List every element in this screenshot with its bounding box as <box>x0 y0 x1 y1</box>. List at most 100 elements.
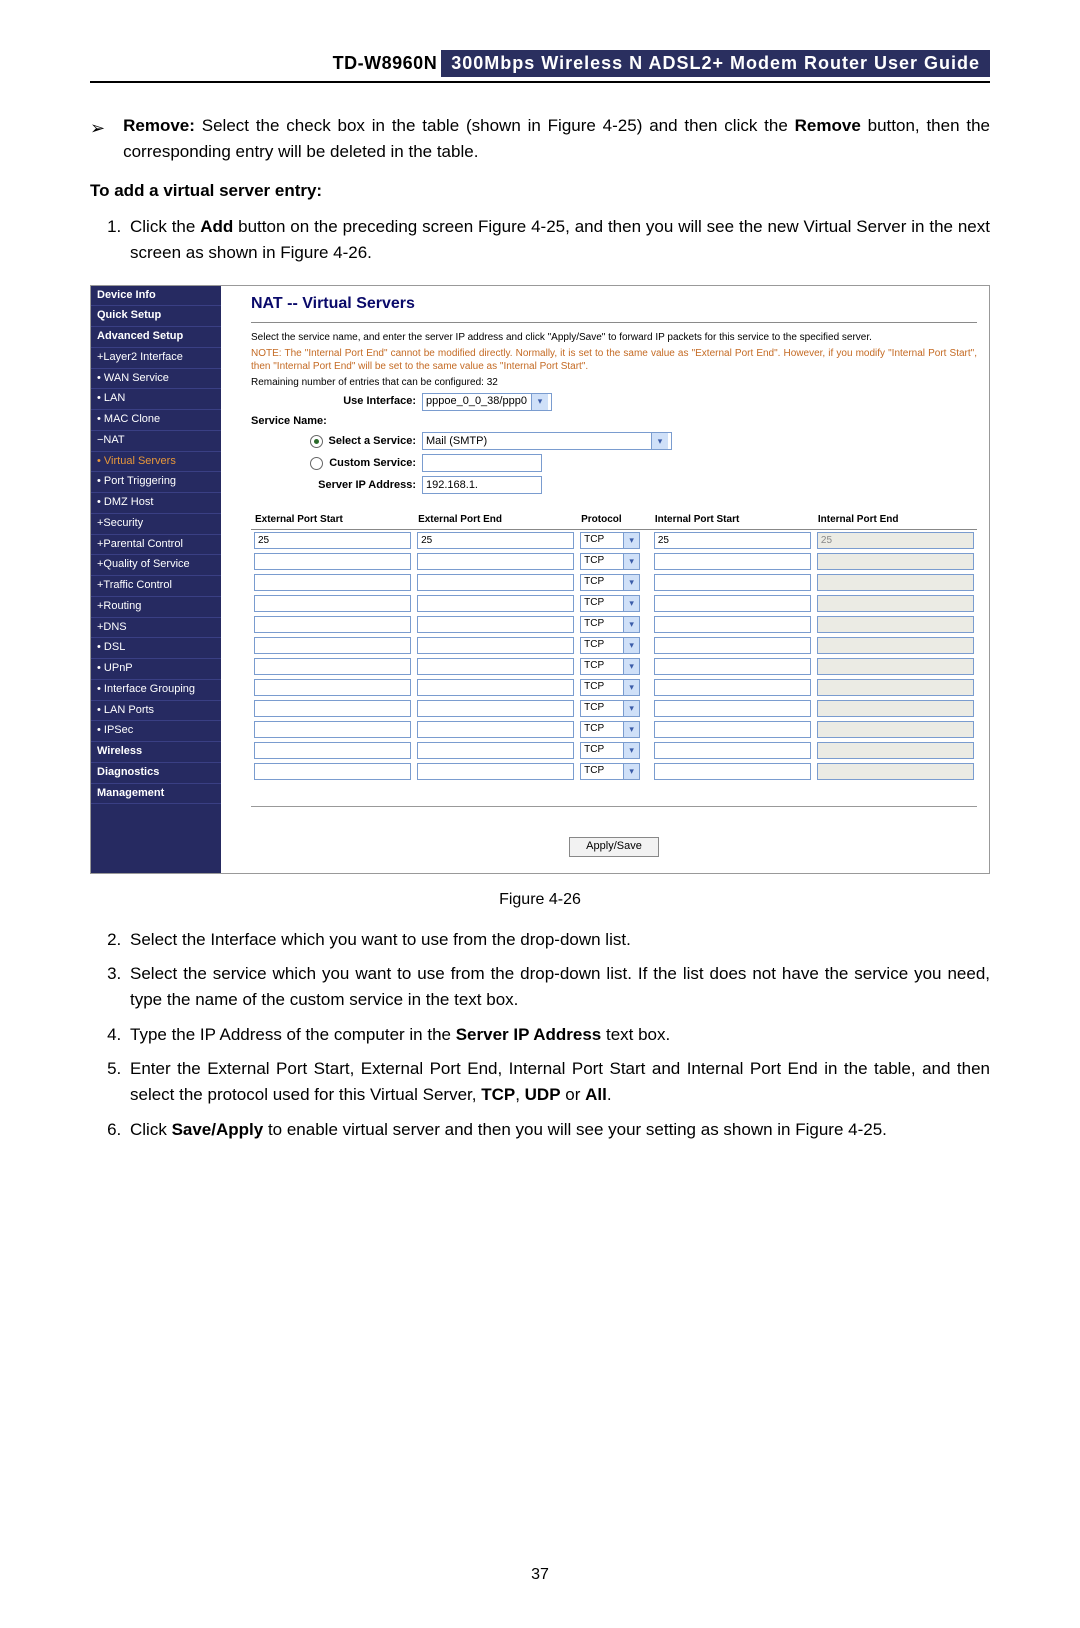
use-interface-select[interactable]: pppoe_0_0_38/ppp0 ▾ <box>422 393 552 411</box>
port-input[interactable] <box>654 742 811 759</box>
custom-service-input[interactable] <box>422 454 542 472</box>
port-input[interactable] <box>254 574 411 591</box>
protocol-select[interactable]: TCP▾ <box>580 721 648 738</box>
port-input[interactable] <box>654 763 811 780</box>
nav-item[interactable]: +Routing <box>91 597 221 618</box>
protocol-select[interactable]: TCP▾ <box>580 553 648 570</box>
chevron-down-icon: ▾ <box>624 763 640 780</box>
chevron-down-icon: ▾ <box>531 394 548 410</box>
nav-item[interactable]: Diagnostics <box>91 763 221 784</box>
server-ip-input[interactable] <box>422 476 542 494</box>
nav-item[interactable]: • UPnP <box>91 659 221 680</box>
protocol-select[interactable]: TCP▾ <box>580 700 648 717</box>
table-row: TCP▾ <box>251 635 977 656</box>
nav-item[interactable]: +Security <box>91 514 221 535</box>
nav-item[interactable]: • Interface Grouping <box>91 680 221 701</box>
nav-item[interactable]: • Virtual Servers <box>91 452 221 473</box>
port-input[interactable] <box>654 721 811 738</box>
chevron-down-icon: ▾ <box>624 532 640 549</box>
port-input[interactable] <box>254 700 411 717</box>
nav-item[interactable]: • LAN Ports <box>91 701 221 722</box>
protocol-select[interactable]: TCP▾ <box>580 616 648 633</box>
port-input[interactable] <box>417 574 574 591</box>
internal-port-end-input <box>817 700 974 717</box>
help-note: NOTE: The "Internal Port End" cannot be … <box>251 347 977 373</box>
port-input[interactable] <box>254 616 411 633</box>
nav-item[interactable]: Device Info <box>91 286 221 307</box>
nav-item[interactable]: +Traffic Control <box>91 576 221 597</box>
port-input[interactable] <box>254 553 411 570</box>
port-input[interactable] <box>654 574 811 591</box>
port-input[interactable] <box>417 532 574 549</box>
port-input[interactable] <box>654 658 811 675</box>
nav-item[interactable]: +Layer2 Interface <box>91 348 221 369</box>
panel-title: NAT -- Virtual Servers <box>251 294 977 314</box>
nav-item[interactable]: • WAN Service <box>91 369 221 390</box>
nav-item[interactable]: Advanced Setup <box>91 327 221 348</box>
protocol-select[interactable]: TCP▾ <box>580 763 648 780</box>
port-input[interactable] <box>417 700 574 717</box>
port-input[interactable] <box>417 637 574 654</box>
table-header: External Port Start <box>251 512 414 529</box>
port-input[interactable] <box>254 721 411 738</box>
apply-save-button[interactable]: Apply/Save <box>569 837 659 857</box>
port-input[interactable] <box>654 595 811 612</box>
nav-item[interactable]: Management <box>91 784 221 805</box>
nav-item[interactable]: • LAN <box>91 389 221 410</box>
label-use-interface: Use Interface: <box>251 395 422 409</box>
nav-item[interactable]: • IPSec <box>91 721 221 742</box>
protocol-select[interactable]: TCP▾ <box>580 658 648 675</box>
step-1: Click the Add button on the preceding sc… <box>126 214 990 267</box>
chevron-down-icon: ▾ <box>624 658 640 675</box>
nav-item[interactable]: +Quality of Service <box>91 555 221 576</box>
table-row: TCP▾ <box>251 593 977 614</box>
port-input[interactable] <box>254 679 411 696</box>
radio-custom-service[interactable] <box>310 457 323 470</box>
protocol-select[interactable]: TCP▾ <box>580 637 648 654</box>
protocol-select[interactable]: TCP▾ <box>580 679 648 696</box>
port-input[interactable] <box>417 763 574 780</box>
select-service-dropdown[interactable]: Mail (SMTP) ▾ <box>422 432 672 450</box>
port-input[interactable] <box>654 553 811 570</box>
port-input[interactable] <box>254 595 411 612</box>
port-input[interactable] <box>654 616 811 633</box>
nav-item[interactable]: Wireless <box>91 742 221 763</box>
nav-item[interactable]: +DNS <box>91 618 221 639</box>
port-input[interactable] <box>254 532 411 549</box>
radio-select-service[interactable] <box>310 435 323 448</box>
nav-item[interactable]: • Port Triggering <box>91 472 221 493</box>
chevron-down-icon: ▾ <box>624 574 640 591</box>
port-input[interactable] <box>417 679 574 696</box>
protocol-select[interactable]: TCP▾ <box>580 595 648 612</box>
port-input[interactable] <box>417 553 574 570</box>
table-row: TCP▾ <box>251 551 977 572</box>
port-input[interactable] <box>654 637 811 654</box>
port-input[interactable] <box>417 595 574 612</box>
port-input[interactable] <box>417 658 574 675</box>
step-3: Select the service which you want to use… <box>126 961 990 1014</box>
protocol-select[interactable]: TCP▾ <box>580 574 648 591</box>
help-text-1: Select the service name, and enter the s… <box>251 331 977 344</box>
nav-item[interactable]: • DMZ Host <box>91 493 221 514</box>
port-input[interactable] <box>654 679 811 696</box>
nav-item[interactable]: • DSL <box>91 638 221 659</box>
port-input[interactable] <box>654 700 811 717</box>
add-heading: To add a virtual server entry: <box>90 178 990 204</box>
label-service-name: Service Name: <box>251 415 327 429</box>
port-input[interactable] <box>254 637 411 654</box>
nav-item[interactable]: −NAT <box>91 431 221 452</box>
internal-port-end-input <box>817 679 974 696</box>
protocol-select[interactable]: TCP▾ <box>580 532 648 549</box>
port-input[interactable] <box>417 616 574 633</box>
nav-item[interactable]: Quick Setup <box>91 306 221 327</box>
protocol-select[interactable]: TCP▾ <box>580 742 648 759</box>
port-input[interactable] <box>254 763 411 780</box>
port-input[interactable] <box>254 658 411 675</box>
nav-item[interactable]: +Parental Control <box>91 535 221 556</box>
nav-item[interactable]: • MAC Clone <box>91 410 221 431</box>
port-input[interactable] <box>417 721 574 738</box>
port-input[interactable] <box>254 742 411 759</box>
port-input[interactable] <box>654 532 811 549</box>
table-row: TCP▾ <box>251 719 977 740</box>
port-input[interactable] <box>417 742 574 759</box>
